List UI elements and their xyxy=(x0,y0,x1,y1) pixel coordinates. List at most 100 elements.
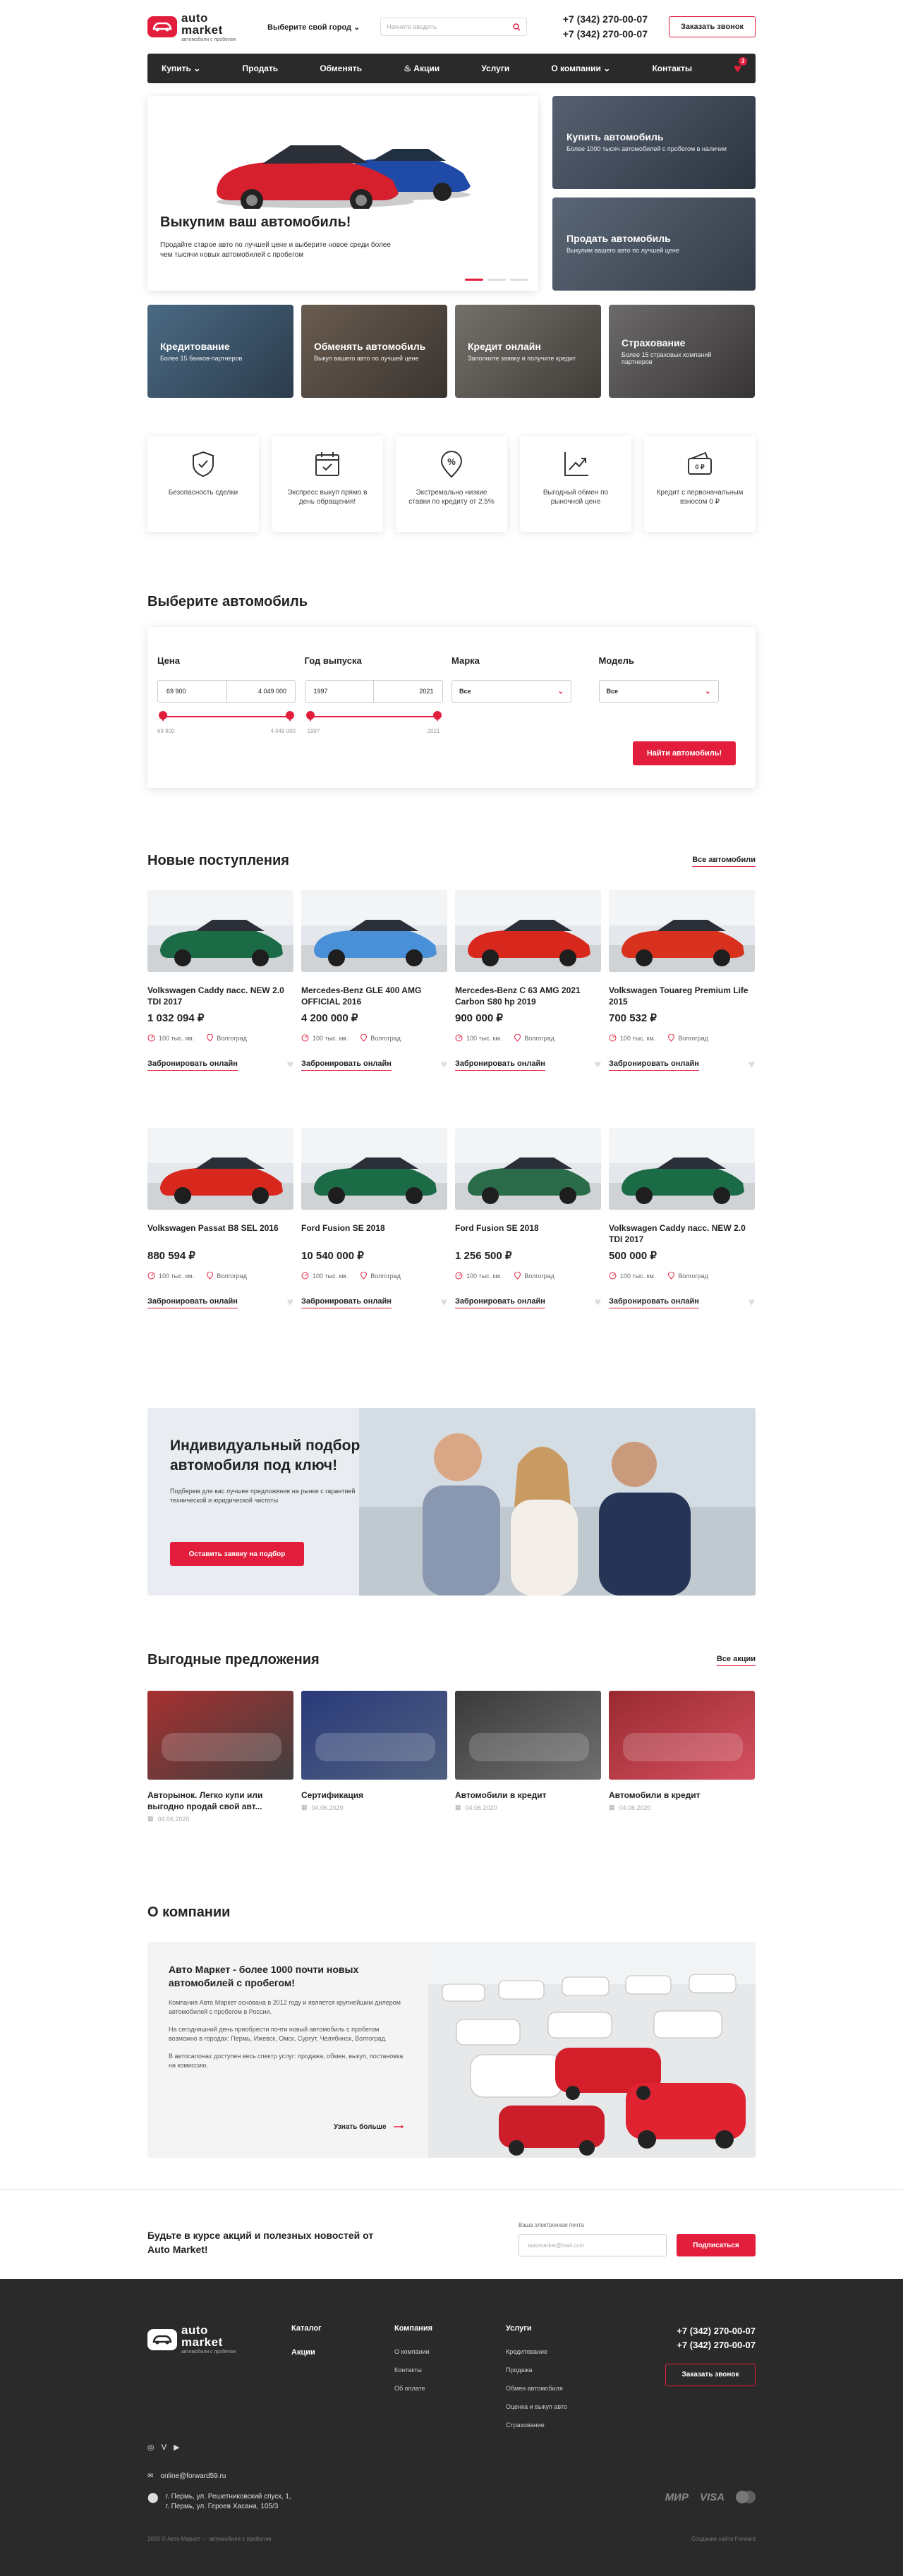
instagram-icon[interactable]: ◎ xyxy=(147,2443,154,2452)
car-card[interactable]: Ford Fusion SE 2018 10 540 000 ₽ 100 тыс… xyxy=(301,1128,447,1366)
nav-item-sell[interactable]: Продать xyxy=(242,63,278,73)
price-from-input[interactable]: 69 900 xyxy=(158,681,226,702)
car-name[interactable]: Volkswagen Passat B8 SEL 2016 xyxy=(147,1222,293,1246)
price-slider[interactable]: 69 900 4 049 000 xyxy=(157,711,296,734)
car-card[interactable]: Volkswagen Caddy пасс. NEW 2.0 TDI 2017 … xyxy=(609,1128,755,1366)
heart-icon[interactable]: ♥ xyxy=(441,1059,448,1071)
subscribe-button[interactable]: Подписаться xyxy=(677,2234,756,2256)
footer-phone-1[interactable]: +7 (342) 270-00-07 xyxy=(665,2324,756,2338)
car-name[interactable]: Ford Fusion SE 2018 xyxy=(301,1222,447,1246)
nav-item-about[interactable]: О компании ⌄ xyxy=(551,63,610,73)
footer-promos-link[interactable]: Акции xyxy=(291,2348,322,2357)
offer-card[interactable]: Автомобили в кредит ▦ 04.06.2020 xyxy=(609,1691,755,1823)
footer-catalog-link[interactable]: Каталог xyxy=(291,2324,322,2333)
car-photo[interactable] xyxy=(147,890,293,972)
header-phone-2[interactable]: +7 (342) 270-00-07 xyxy=(563,27,648,42)
selection-request-button[interactable]: Оставить заявку на подбор xyxy=(170,1542,304,1566)
buy-car-card[interactable]: Купить автомобиль Более 1000 тысяч автом… xyxy=(552,96,756,189)
heart-icon[interactable]: ♥ xyxy=(287,1296,294,1309)
learn-more-link[interactable]: Узнать больше ⟶ xyxy=(334,2123,404,2131)
car-photo[interactable] xyxy=(147,1128,293,1210)
year-min-handle[interactable] xyxy=(305,711,315,722)
offer-card[interactable]: Автомобили в кредит ▦ 04.06.2020 xyxy=(455,1691,601,1823)
car-photo[interactable] xyxy=(609,1128,755,1210)
car-name[interactable]: Volkswagen Touareg Premium Life 2015 xyxy=(609,985,755,1009)
reserve-online-link[interactable]: Забронировать онлайн xyxy=(147,1059,238,1071)
service-card-online-credit[interactable]: Кредит онлайн Заполните заявку и получите… xyxy=(455,305,601,398)
heart-icon[interactable]: ♥ xyxy=(287,1059,294,1071)
sell-car-card[interactable]: Продать автомобиль Выкупим вашего авто п… xyxy=(552,198,756,291)
price-max-handle[interactable] xyxy=(286,711,294,722)
year-max-handle[interactable] xyxy=(432,711,442,722)
car-photo[interactable] xyxy=(455,1128,601,1210)
price-min-handle[interactable] xyxy=(159,711,167,722)
find-car-button[interactable]: Найти автомобиль! xyxy=(633,741,736,765)
nav-item-exchange[interactable]: Обменять xyxy=(320,63,362,73)
car-photo[interactable] xyxy=(609,890,755,972)
offer-title[interactable]: Автомобили в кредит xyxy=(455,1790,601,1801)
footer-link[interactable]: Кредитование xyxy=(506,2348,567,2355)
logo[interactable]: auto market автомобили с пробегом xyxy=(147,12,267,42)
heart-icon[interactable]: ♥ xyxy=(749,1296,756,1309)
heart-icon[interactable]: ♥ xyxy=(749,1059,756,1071)
footer-logo[interactable]: auto market автомобили с пробегом xyxy=(147,2324,267,2355)
year-range-inputs[interactable]: 1997 2021 xyxy=(304,680,443,703)
car-name[interactable]: Ford Fusion SE 2018 xyxy=(455,1222,601,1246)
offer-title[interactable]: Авторынок. Легко купи или выгодно продай… xyxy=(147,1790,293,1812)
price-range-inputs[interactable]: 69 900 4 049 000 xyxy=(157,680,296,703)
car-photo[interactable] xyxy=(455,890,601,972)
nav-item-promos[interactable]: ♨ Акции xyxy=(404,63,440,73)
car-photo[interactable] xyxy=(301,890,447,972)
nav-item-buy[interactable]: Купить ⌄ xyxy=(162,63,200,73)
offer-title[interactable]: Сертификация xyxy=(301,1790,447,1801)
header-phone-1[interactable]: +7 (342) 270-00-07 xyxy=(563,12,648,27)
car-card[interactable]: Volkswagen Caddy пасс. NEW 2.0 TDI 2017 … xyxy=(147,890,293,1128)
car-photo[interactable] xyxy=(301,1128,447,1210)
car-name[interactable]: Volkswagen Caddy пасс. NEW 2.0 TDI 2017 xyxy=(609,1222,755,1246)
footer-link[interactable]: О компании xyxy=(394,2348,432,2355)
youtube-icon[interactable]: ▶ xyxy=(174,2443,179,2452)
offer-photo[interactable] xyxy=(147,1691,293,1780)
footer-link[interactable]: Об оплате xyxy=(394,2385,432,2392)
car-name[interactable]: Mercedes-Benz GLE 400 AMG OFFICIAL 2016 xyxy=(301,985,447,1009)
footer-link[interactable]: Контакты xyxy=(394,2367,432,2374)
heart-icon[interactable]: ♥ xyxy=(441,1296,448,1309)
model-select[interactable]: Все ⌄ xyxy=(598,680,719,703)
slider-dot[interactable] xyxy=(465,279,483,281)
reserve-online-link[interactable]: Забронировать онлайн xyxy=(609,1297,699,1308)
slider-dot[interactable] xyxy=(487,279,506,281)
reserve-online-link[interactable]: Забронировать онлайн xyxy=(301,1059,392,1071)
footer-link[interactable]: Оценка и выкуп авто xyxy=(506,2403,567,2410)
developer-link[interactable]: Создание сайта Forward xyxy=(691,2536,756,2542)
search-icon[interactable] xyxy=(513,23,521,31)
year-to-input[interactable]: 2021 xyxy=(373,681,442,702)
car-card[interactable]: Mercedes-Benz GLE 400 AMG OFFICIAL 2016 … xyxy=(301,890,447,1128)
heart-icon[interactable]: ♥ xyxy=(595,1296,602,1309)
car-card[interactable]: Ford Fusion SE 2018 1 256 500 ₽ 100 тыс.… xyxy=(455,1128,601,1366)
footer-callback-button[interactable]: Заказать звонок xyxy=(665,2364,756,2386)
callback-button[interactable]: Заказать звонок xyxy=(669,16,756,37)
nav-item-contacts[interactable]: Контакты xyxy=(652,63,692,73)
reserve-online-link[interactable]: Забронировать онлайн xyxy=(609,1059,699,1071)
price-to-input[interactable]: 4 049 000 xyxy=(226,681,296,702)
hero-slider[interactable]: Выкупим ваш автомобиль! Продайте старое … xyxy=(147,96,538,291)
offer-photo[interactable] xyxy=(455,1691,601,1780)
service-card-credit[interactable]: Кредитование Более 15 банков-партнеров xyxy=(147,305,293,398)
heart-icon[interactable]: ♥ xyxy=(595,1059,602,1071)
offer-photo[interactable] xyxy=(609,1691,755,1780)
footer-link[interactable]: Страхование xyxy=(506,2422,567,2429)
service-card-insurance[interactable]: Страхование Более 15 страховых компаний п… xyxy=(609,305,755,398)
car-card[interactable]: Volkswagen Touareg Premium Life 2015 700… xyxy=(609,890,755,1128)
offer-card[interactable]: Сертификация ▦ 04.06.2020 xyxy=(301,1691,447,1823)
footer-email[interactable]: online@forward59.ru xyxy=(160,2472,226,2480)
footer-link[interactable]: Продажа xyxy=(506,2367,567,2374)
footer-link[interactable]: Обмен автомобиля xyxy=(506,2385,567,2392)
reserve-online-link[interactable]: Забронировать онлайн xyxy=(147,1297,238,1308)
car-name[interactable]: Mercedes-Benz C 63 AMG 2021 Carbon S80 h… xyxy=(455,985,601,1009)
vk-icon[interactable]: ᐯ xyxy=(162,2443,167,2452)
service-card-exchange[interactable]: Обменять автомобиль Выкуп вашего авто по … xyxy=(301,305,447,398)
car-card[interactable]: Volkswagen Passat B8 SEL 2016 880 594 ₽ … xyxy=(147,1128,293,1366)
city-selector[interactable]: Выберите свой город ⌄ xyxy=(267,23,380,32)
favorites-heart-icon[interactable]: ♥ 3 xyxy=(734,56,747,76)
slider-dot[interactable] xyxy=(510,279,528,281)
